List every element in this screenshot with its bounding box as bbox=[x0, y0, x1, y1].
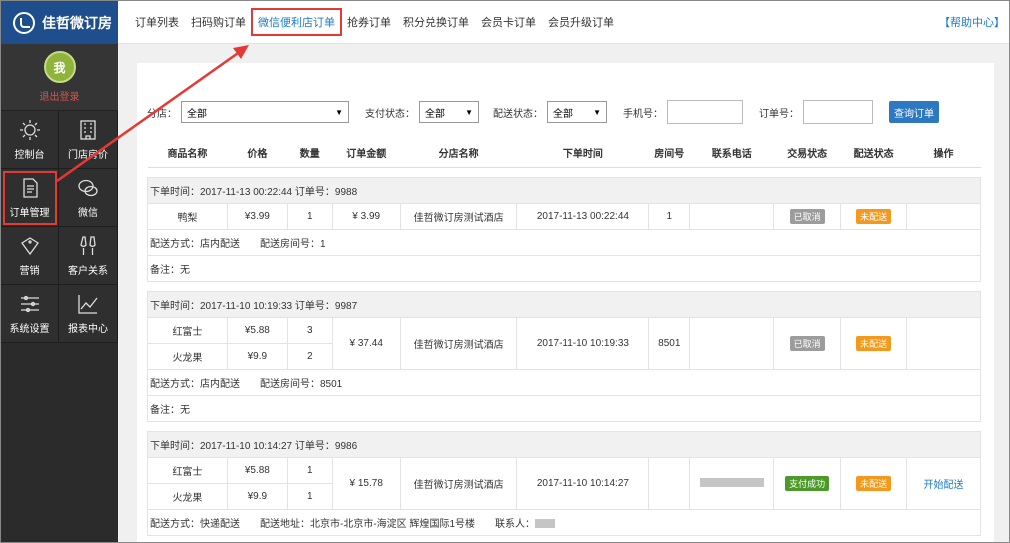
window-frame: 佳哲微订房 我 退出登录 控制台 门店房价 订单管理 微信 营销 客户关系 系统… bbox=[0, 0, 1010, 543]
ship-status-badge: 未配送 bbox=[856, 208, 892, 224]
ship-info-row: 配送方式：快递配送 配送地址：北京市-北京市-海淀区 辉煌国际1号楼 联系人： bbox=[147, 508, 981, 536]
tab-coupon-order[interactable]: 抢券订单 bbox=[347, 12, 391, 32]
glasses-toast-icon bbox=[80, 235, 96, 255]
sidebar-item-reports[interactable]: 报表中心 bbox=[59, 285, 118, 343]
ship-info-row: 配送方式：店内配送 配送房间号：1 bbox=[147, 228, 981, 256]
user-panel: 我 退出登录 bbox=[1, 44, 118, 111]
store-filter-label: 分店： bbox=[147, 108, 177, 120]
table-header-row: 商品名称 价格 数量 订单金额 分店名称 下单时间 房间号 联系电话 交易状态 … bbox=[147, 139, 981, 168]
sidebar-item-marketing[interactable]: 营销 bbox=[1, 227, 59, 285]
order-header-row: 下单时间：2017-11-10 10:14:27 订单号：9986 bbox=[147, 430, 981, 458]
tab-order-list[interactable]: 订单列表 bbox=[135, 12, 179, 32]
sliders-icon bbox=[20, 295, 39, 312]
logout-link[interactable]: 退出登录 bbox=[40, 88, 80, 103]
col-room: 房间号 bbox=[648, 139, 690, 168]
help-center-link[interactable]: 【帮助中心】 bbox=[939, 14, 1005, 30]
sun-icon bbox=[19, 119, 40, 140]
order-no-input[interactable] bbox=[803, 100, 873, 124]
col-ship-status: 配送状态 bbox=[840, 139, 907, 168]
tab-upgrade-order[interactable]: 会员升级订单 bbox=[548, 12, 614, 32]
phone-cell bbox=[689, 316, 775, 370]
document-icon bbox=[22, 177, 38, 198]
pay-status-select[interactable]: 全部 ▼ bbox=[419, 101, 479, 123]
action-cell bbox=[906, 202, 981, 230]
tab-membership-order[interactable]: 会员卡订单 bbox=[481, 12, 536, 32]
sidebar-item-orders[interactable]: 订单管理 bbox=[1, 169, 59, 227]
sale-tag-icon bbox=[20, 236, 39, 255]
app-logo[interactable]: 佳哲微订房 bbox=[1, 1, 118, 44]
query-order-button[interactable]: 查询订单 bbox=[889, 101, 939, 123]
order-header-row: 下单时间：2017-11-13 00:22:44 订单号：9988 bbox=[147, 176, 981, 204]
wechat-icon bbox=[78, 179, 98, 196]
order-type-tabs: 订单列表 扫码购订单 微信便利店订单 抢券订单 积分兑换订单 会员卡订单 会员升… bbox=[118, 1, 1009, 46]
avatar[interactable]: 我 bbox=[43, 51, 76, 83]
sidebar-item-wechat[interactable]: 微信 bbox=[59, 169, 118, 227]
sidebar-nav: 控制台 门店房价 订单管理 微信 营销 客户关系 系统设置 报表中心 bbox=[1, 111, 118, 343]
logo-icon bbox=[13, 11, 35, 34]
phone-label: 手机号： bbox=[623, 108, 663, 120]
table-row: 鸭梨 ¥3.99 1 ¥ 3.99 佳哲微订房测试酒店 2017-11-13 0… bbox=[147, 202, 981, 230]
filter-bar: 分店： 全部 ▼ 支付状态： 全部 ▼ 配送状态： 全部 ▼ 手机号： 订单号： 查询… bbox=[147, 100, 939, 124]
remark-row: 备注：无 bbox=[147, 254, 981, 282]
tab-wechat-store-order[interactable]: 微信便利店订单 bbox=[251, 8, 342, 46]
phone-cell bbox=[689, 202, 775, 230]
redacted-phone bbox=[699, 478, 764, 488]
chevron-down-icon: ▼ bbox=[593, 107, 601, 117]
ship-status-label: 配送状态： bbox=[493, 108, 543, 120]
tab-points-order[interactable]: 积分兑换订单 bbox=[403, 12, 469, 32]
col-price: 价格 bbox=[227, 139, 288, 168]
phone-input[interactable] bbox=[667, 100, 743, 124]
order-header-row: 下单时间：2017-11-10 10:19:33 订单号：9987 bbox=[147, 290, 981, 318]
sidebar: 佳哲微订房 我 退出登录 控制台 门店房价 订单管理 微信 营销 客户关系 系统… bbox=[1, 1, 118, 542]
phone-cell bbox=[689, 456, 775, 510]
ship-status-badge: 未配送 bbox=[856, 335, 892, 351]
col-amount: 订单金额 bbox=[332, 139, 401, 168]
ship-info-row: 配送方式：店内配送 配送房间号：8501 bbox=[147, 368, 981, 396]
order-no-label: 订单号： bbox=[759, 108, 799, 120]
tab-scan-order[interactable]: 扫码购订单 bbox=[191, 12, 246, 32]
sidebar-item-store-price[interactable]: 门店房价 bbox=[59, 111, 118, 169]
app-title: 佳哲微订房 bbox=[42, 14, 112, 31]
col-phone: 联系电话 bbox=[689, 139, 774, 168]
table-row: 红富士 ¥5.88 3 ¥ 37.44 佳哲微订房测试酒店 2017-11-10… bbox=[147, 316, 981, 370]
col-trade-status: 交易状态 bbox=[773, 139, 841, 168]
sidebar-item-settings[interactable]: 系统设置 bbox=[1, 285, 59, 343]
col-time: 下单时间 bbox=[516, 139, 649, 168]
chevron-down-icon: ▼ bbox=[335, 107, 343, 117]
col-qty: 数量 bbox=[287, 139, 333, 168]
start-delivery-link[interactable]: 开始配送 bbox=[924, 480, 964, 491]
trade-status-badge: 支付成功 bbox=[785, 475, 830, 491]
col-action: 操作 bbox=[906, 139, 981, 168]
ship-status-select[interactable]: 全部 ▼ bbox=[547, 101, 607, 123]
remark-row: 备注：无 bbox=[147, 394, 981, 422]
line-chart-icon bbox=[78, 294, 98, 314]
sidebar-item-dashboard[interactable]: 控制台 bbox=[1, 111, 59, 169]
store-select[interactable]: 全部 ▼ bbox=[181, 101, 349, 123]
col-store: 分店名称 bbox=[400, 139, 517, 168]
chevron-down-icon: ▼ bbox=[465, 107, 473, 117]
orders-table: 商品名称 价格 数量 订单金额 分店名称 下单时间 房间号 联系电话 交易状态 … bbox=[147, 139, 981, 536]
sidebar-item-crm[interactable]: 客户关系 bbox=[59, 227, 118, 285]
ship-status-badge: 未配送 bbox=[856, 475, 892, 491]
building-icon bbox=[80, 119, 96, 140]
col-product: 商品名称 bbox=[147, 139, 228, 168]
action-cell bbox=[906, 316, 981, 370]
pay-status-label: 支付状态： bbox=[365, 108, 415, 120]
redacted-contact bbox=[535, 519, 555, 529]
trade-status-badge: 已取消 bbox=[789, 208, 825, 224]
trade-status-badge: 已取消 bbox=[789, 335, 825, 351]
table-row: 红富士 ¥5.88 1 ¥ 15.78 佳哲微订房测试酒店 2017-11-10… bbox=[147, 456, 981, 510]
